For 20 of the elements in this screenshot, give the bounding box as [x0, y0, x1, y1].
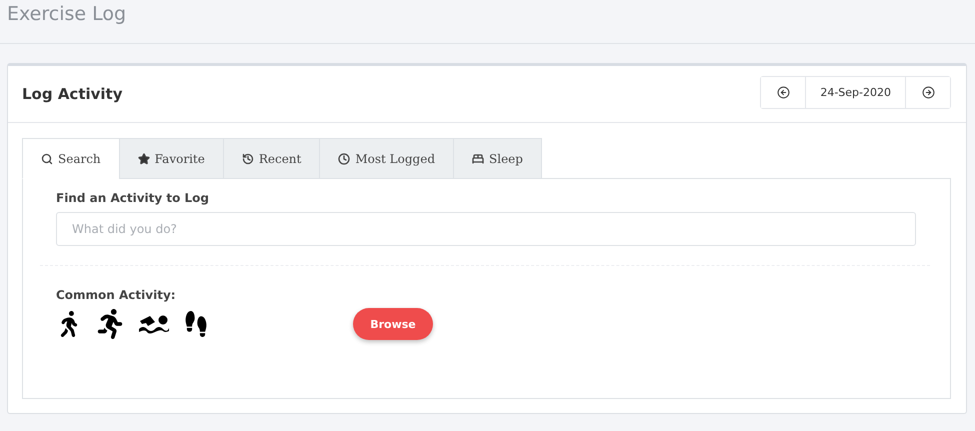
field-label: Find an Activity to Log: [55, 191, 210, 205]
search-field[interactable]: What did you do?: [56, 212, 916, 246]
tab[interactable]: Favorite: [118, 138, 224, 179]
tab[interactable]: Most Logged: [319, 138, 454, 179]
section-label: Common Activity:: [55, 288, 177, 302]
clock-icon: [338, 152, 350, 164]
browse-button[interactable]: Browse: [353, 308, 433, 340]
tab[interactable]: Sleep: [453, 138, 542, 179]
tab[interactable]: Search: [22, 138, 120, 179]
page-title: Exercise Log: [7, 3, 126, 25]
arrow-right-icon: [922, 86, 934, 98]
footprints-icon[interactable]: [183, 311, 209, 337]
search-icon: [41, 152, 53, 164]
tab[interactable]: Recent: [222, 138, 320, 179]
card-title: Log Activity: [22, 85, 123, 103]
arrow-left-icon: [776, 86, 790, 98]
running-icon[interactable]: [95, 309, 125, 339]
bed-icon: [472, 152, 484, 164]
history-icon: [242, 152, 254, 164]
star-icon: [138, 152, 150, 164]
